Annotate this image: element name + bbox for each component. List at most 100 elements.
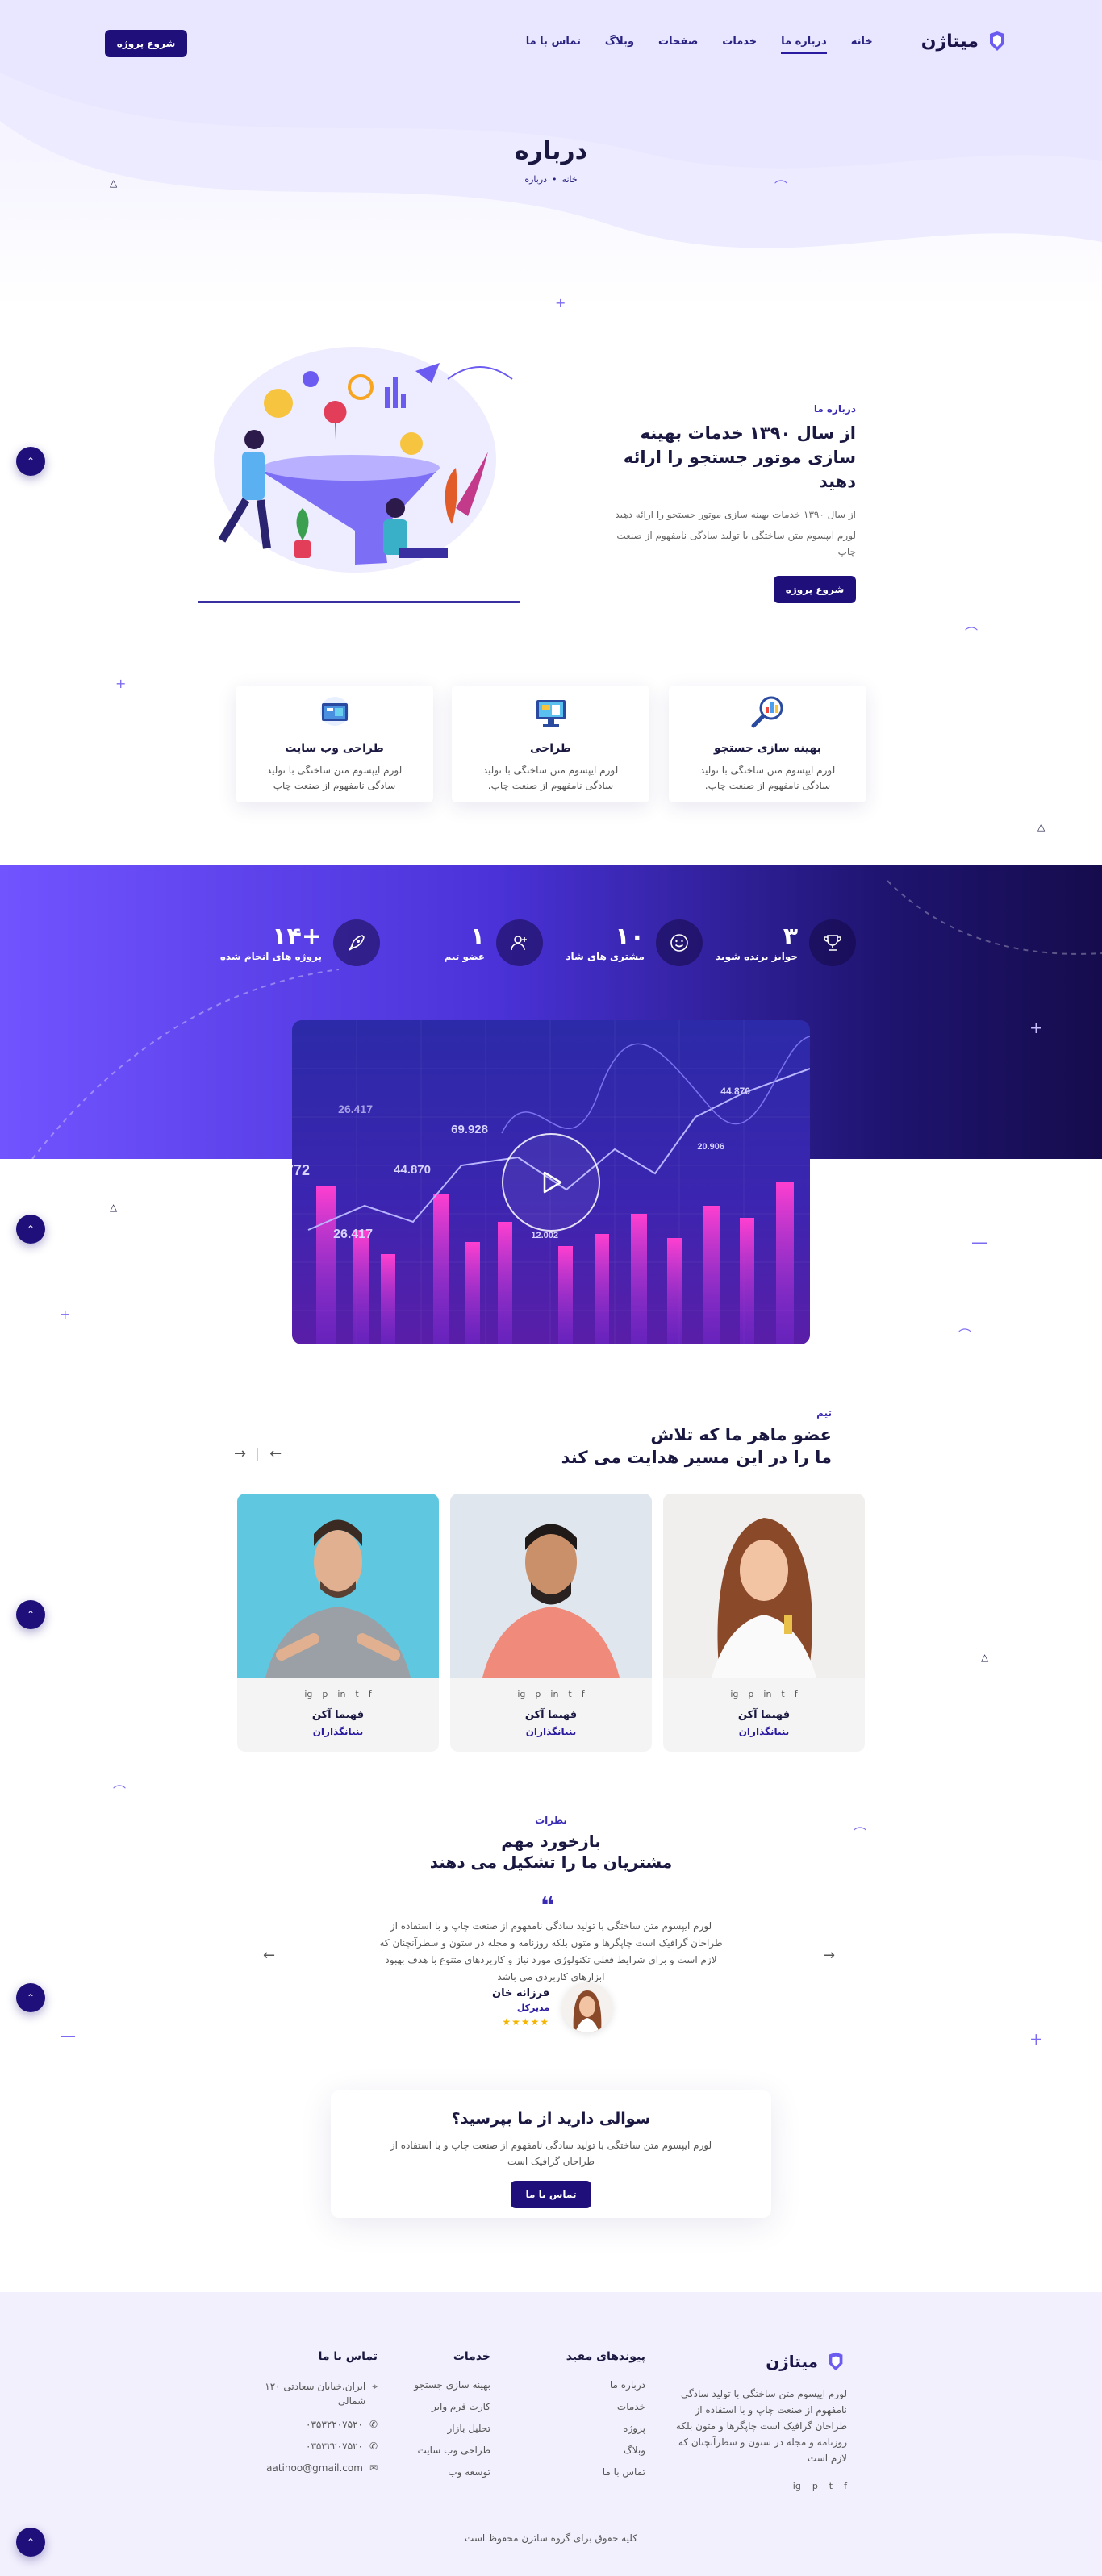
nav-about[interactable]: درباره ما (781, 35, 827, 54)
testimonial-author: فرزانه خان مدیرکل ★★★★★ (492, 1982, 613, 2032)
scroll-top-button[interactable]: ⌃ (16, 1215, 45, 1244)
logo[interactable]: میتاژن (921, 29, 1009, 53)
service-desc: لورم ایپسوم متن ساختگی با تولید سادگی نا… (482, 765, 619, 791)
scroll-top-button[interactable]: ⌃ (16, 2528, 45, 2557)
footer-logo[interactable]: میتاژن (662, 2350, 847, 2373)
footer-phone[interactable]: ✆ ۰۳۵۳۲۲۰۷۵۲۰ (248, 2419, 378, 2430)
arrow-left-icon[interactable]: ← (263, 1947, 275, 1964)
facebook-icon[interactable]: f (369, 1689, 372, 1699)
footer-about: میتاژن لورم ایپسوم متن ساختگی با تولید س… (662, 2350, 847, 2491)
copyright: کلیه حقوق برای گروه ساترن محفوظ است (465, 2532, 637, 2544)
instagram-icon[interactable]: ig (304, 1689, 312, 1699)
video-label: 63.772 (292, 1162, 310, 1178)
arrow-right-icon[interactable]: → (234, 1445, 246, 1462)
pinterest-icon[interactable]: p (748, 1689, 753, 1699)
curve-decoration-icon: ⌒ (113, 1784, 127, 1799)
pinterest-icon[interactable]: p (322, 1689, 328, 1699)
instagram-icon[interactable]: ig (517, 1689, 525, 1699)
design-monitor-icon (536, 700, 566, 727)
video-player[interactable]: 63.772 44.870 69.928 26.417 26.417 44.87… (292, 1020, 810, 1344)
testimonials-heading: بازخورد مهم مشتریان ما را تشکیل می دهند (0, 1831, 1102, 1873)
chevron-up-icon: ⌃ (26, 456, 35, 467)
triangle-decoration-icon: △ (110, 177, 118, 189)
nav-contact[interactable]: تماس با ما (526, 35, 581, 48)
footer-link[interactable]: خدمات (541, 2401, 645, 2412)
service-title: طراحی (530, 742, 571, 755)
about-start-project-button[interactable]: شروع پروژه (774, 576, 856, 603)
chevron-up-icon: ⌃ (26, 1992, 35, 2003)
email-icon: ✉ (369, 2462, 378, 2474)
pinterest-icon[interactable]: p (812, 2481, 818, 2491)
start-project-button[interactable]: شروع پروژه (105, 30, 187, 57)
twitter-icon[interactable]: t (355, 1689, 358, 1699)
author-name: فرزانه خان (492, 1987, 550, 1999)
nav-services[interactable]: خدمات (722, 35, 757, 48)
plus-decoration-icon: + (60, 1307, 71, 1322)
plus-decoration-icon: + (115, 676, 127, 691)
scroll-top-button[interactable]: ⌃ (16, 1983, 45, 2012)
team-member-card[interactable]: ig p in t f فهیما آکن بنیانگذاران (237, 1494, 439, 1752)
footer-link[interactable]: بهینه سازی جستجو (386, 2379, 490, 2391)
scroll-top-button[interactable]: ⌃ (16, 1600, 45, 1629)
twitter-icon[interactable]: t (568, 1689, 571, 1699)
stat-number: ۳ (783, 923, 798, 951)
footer-link[interactable]: درباره ما (541, 2379, 645, 2391)
facebook-icon[interactable]: f (795, 1689, 798, 1699)
service-desc: لورم ایپسوم متن ساختگی با تولید سادگی نا… (266, 765, 403, 791)
quote-icon: ❝ (541, 1892, 555, 1920)
twitter-icon[interactable]: t (781, 1689, 784, 1699)
arrow-right-icon[interactable]: → (823, 1947, 835, 1964)
footer-email[interactable]: ✉ aatinoo@gmail.com (248, 2462, 378, 2474)
instagram-icon[interactable]: ig (793, 2481, 801, 2491)
facebook-icon[interactable]: f (582, 1689, 585, 1699)
twitter-icon[interactable]: t (829, 2481, 833, 2491)
facebook-icon[interactable]: f (844, 2481, 847, 2491)
chevron-up-icon: ⌃ (26, 1609, 35, 1620)
instagram-icon[interactable]: ig (730, 1689, 738, 1699)
nav-pages[interactable]: صفحات (658, 35, 698, 48)
divider (257, 1447, 259, 1461)
triangle-decoration-icon: △ (110, 1202, 118, 1213)
chevron-up-icon: ⌃ (26, 1223, 35, 1235)
footer-link[interactable]: تحلیل بازار (386, 2423, 490, 2434)
nav-blog[interactable]: وبلاگ (605, 35, 634, 48)
linkedin-icon[interactable]: in (337, 1689, 345, 1699)
scroll-top-button[interactable]: ⌃ (16, 447, 45, 476)
play-button[interactable] (502, 1133, 600, 1232)
contact-us-button[interactable]: تماس با ما (511, 2181, 591, 2208)
pinterest-icon[interactable]: p (535, 1689, 541, 1699)
breadcrumb-current: درباره (524, 174, 548, 185)
address-text: ایران،خیابان سعادتی ۱۲۰ شمالی (265, 2381, 366, 2407)
service-card-web-design[interactable]: طراحی وب سایت لورم ایپسوم متن ساختگی با … (236, 686, 433, 802)
linkedin-icon[interactable]: in (763, 1689, 771, 1699)
about-heading: از سال ۱۳۹۰ خدمات بهینه سازی موتور جستجو… (623, 423, 856, 491)
chevron-up-icon: ⌃ (26, 2536, 35, 2548)
service-card-seo[interactable]: بهینه سازی جستجو لورم ایپسوم متن ساختگی … (669, 686, 866, 802)
footer-useful-links: پیوندهای مفید درباره ما خدمات پروژه وبلا… (541, 2350, 645, 2488)
linkedin-icon[interactable]: in (550, 1689, 558, 1699)
stat-number: +۱۴ (272, 923, 322, 951)
footer-phone[interactable]: ✆ ۰۳۵۳۲۲۰۷۵۲۰ (248, 2441, 378, 2452)
member-photo (663, 1494, 865, 1678)
footer-link[interactable]: طراحی وب سایت (386, 2445, 490, 2456)
curve-decoration-icon: ⌒ (774, 179, 788, 194)
phone-icon: ✆ (369, 2441, 378, 2452)
footer-link[interactable]: پروژه (541, 2423, 645, 2434)
stat-number: ۱ (470, 923, 485, 951)
breadcrumb-home[interactable]: خانه (562, 174, 578, 185)
footer-link[interactable]: کارت فرم وایر (386, 2401, 490, 2412)
member-role: بنیانگذاران (525, 1726, 577, 1737)
arrow-left-icon[interactable]: ← (269, 1445, 282, 1462)
footer-link[interactable]: توسعه وب (386, 2466, 490, 2478)
team-member-card[interactable]: ig p in t f فهیما آکن بنیانگذاران (663, 1494, 865, 1752)
plus-decoration-icon: + (555, 295, 566, 311)
team-member-card[interactable]: ig p in t f فهیما آکن بنیانگذاران (450, 1494, 652, 1752)
footer-link[interactable]: وبلاگ (541, 2445, 645, 2456)
nav-home[interactable]: خانه (851, 35, 873, 48)
curve-decoration-icon: ⌒ (958, 1328, 972, 1343)
video-label: 12.002 (531, 1231, 558, 1240)
service-card-design[interactable]: طراحی لورم ایپسوم متن ساختگی با تولید سا… (452, 686, 649, 802)
about-paragraph-1: از سال ۱۳۹۰ خدمات بهینه سازی موتور جستجو… (615, 509, 856, 520)
footer-link[interactable]: تماس با ما (541, 2466, 645, 2478)
member-social-links: ig p in t f (663, 1689, 865, 1699)
